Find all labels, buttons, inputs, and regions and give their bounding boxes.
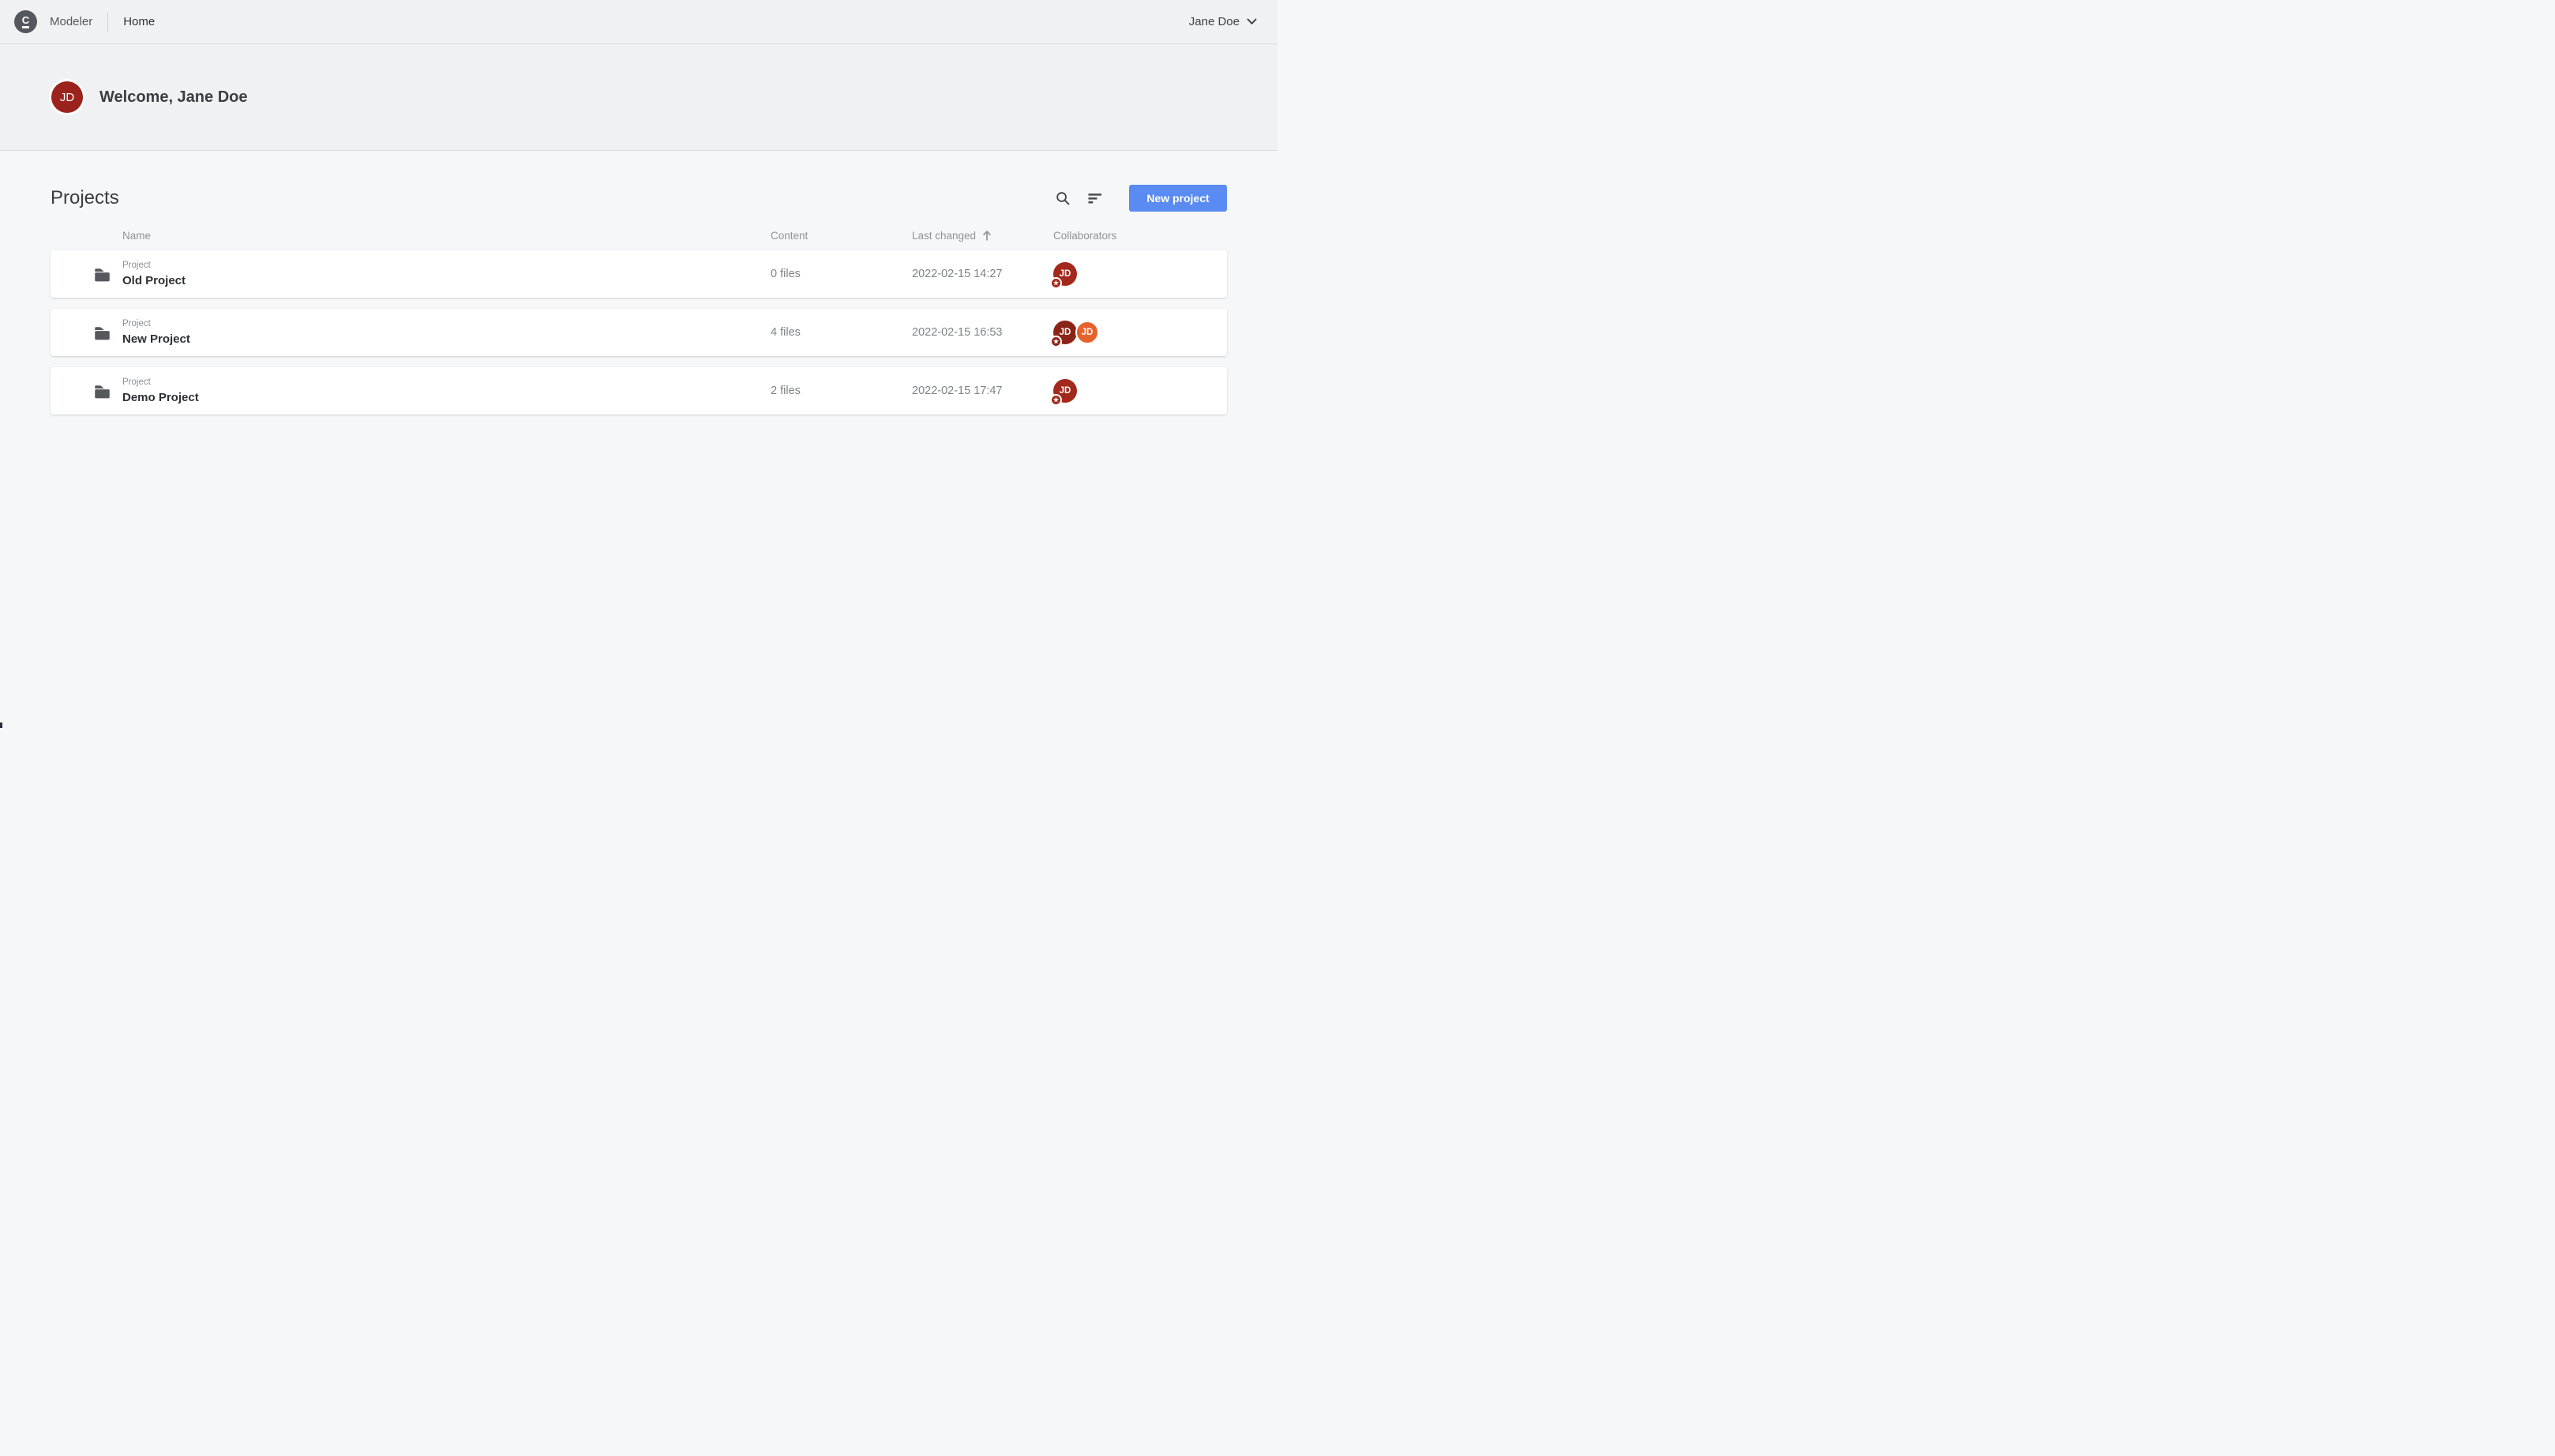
column-header-last-changed[interactable]: Last changed (912, 230, 1053, 242)
user-menu[interactable]: Jane Doe (1189, 15, 1257, 28)
project-name: Demo Project (122, 390, 771, 405)
project-name-cell: Project Old Project (122, 260, 771, 288)
logo-underline (22, 26, 29, 28)
project-content-cell: 4 files (771, 326, 912, 339)
top-navbar: C Modeler Home Jane Doe (0, 0, 1278, 44)
project-last-changed-cell: 2022-02-15 17:47 (912, 385, 1053, 397)
project-last-changed-cell: 2022-02-15 16:53 (912, 326, 1053, 339)
welcome-banner: JD Welcome, Jane Doe (0, 44, 1278, 151)
topbar-divider (107, 13, 108, 32)
sort-lines-icon (1087, 190, 1103, 206)
project-last-changed-cell: 2022-02-15 14:27 (912, 268, 1053, 280)
nav-home-link[interactable]: Home (123, 15, 155, 28)
logo-letter: C (22, 16, 29, 25)
new-project-button[interactable]: New project (1129, 185, 1227, 212)
star-badge-icon: ★ (1050, 336, 1062, 347)
column-header-content[interactable]: Content (771, 230, 912, 242)
projects-section: Projects (0, 151, 1278, 415)
projects-title: Projects (51, 187, 119, 209)
column-header-last-changed-label: Last changed (912, 230, 976, 242)
project-row-old-project[interactable]: Project Old Project 0 files 2022-02-15 1… (51, 250, 1227, 298)
camunda-logo-icon[interactable]: C (14, 10, 37, 33)
column-header-collaborators: Collaborators (1053, 230, 1227, 242)
folder-icon (51, 266, 122, 283)
project-collaborators-cell: JD ★ (1053, 379, 1227, 403)
projects-table-header: Name Content Last changed Collaborators (51, 230, 1227, 242)
column-header-name[interactable]: Name (122, 230, 771, 242)
collaborator-avatar: JD ★ (1053, 321, 1077, 344)
user-name: Jane Doe (1189, 15, 1240, 28)
project-name-cell: Project New Project (122, 318, 771, 347)
collaborator-avatar: JD ★ (1053, 262, 1077, 286)
brand-label[interactable]: Modeler (50, 15, 92, 28)
project-row-demo-project[interactable]: Project Demo Project 2 files 2022-02-15 … (51, 367, 1227, 415)
collaborator-avatar: JD (1075, 321, 1099, 344)
folder-icon (51, 383, 122, 400)
project-type-label: Project (122, 260, 771, 271)
projects-header: Projects (51, 185, 1227, 212)
projects-actions: New project (1049, 185, 1227, 212)
project-type-label: Project (122, 318, 771, 329)
folder-icon (51, 325, 122, 341)
bottom-left-artifact (0, 722, 2, 728)
welcome-avatar: JD (51, 81, 83, 113)
search-button[interactable] (1049, 185, 1076, 212)
project-name: New Project (122, 332, 771, 347)
project-type-label: Project (122, 377, 771, 388)
search-icon (1055, 190, 1071, 206)
star-badge-icon: ★ (1050, 277, 1062, 289)
collaborator-avatar: JD ★ (1053, 379, 1077, 403)
project-content-cell: 0 files (771, 268, 912, 280)
project-collaborators-cell: JD ★ JD (1053, 321, 1227, 344)
project-row-new-project[interactable]: Project New Project 4 files 2022-02-15 1… (51, 309, 1227, 356)
project-name-cell: Project Demo Project (122, 377, 771, 405)
star-badge-icon: ★ (1050, 394, 1062, 406)
app-window: C Modeler Home Jane Doe JD Welcome, Jane… (0, 0, 1278, 728)
welcome-greeting: Welcome, Jane Doe (99, 88, 247, 107)
sort-button[interactable] (1082, 185, 1109, 212)
chevron-down-icon (1247, 18, 1257, 25)
project-name: Old Project (122, 273, 771, 288)
sort-arrow-up-icon (981, 230, 992, 242)
project-content-cell: 2 files (771, 385, 912, 397)
project-collaborators-cell: JD ★ (1053, 262, 1227, 286)
